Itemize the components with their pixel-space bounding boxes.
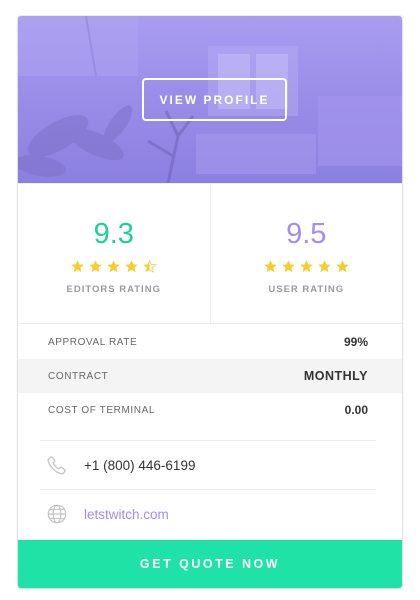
stat-label: COST OF TERMINAL: [48, 404, 156, 416]
star-icon: [89, 260, 102, 273]
offer-card: VIEW PROFILE 9.3 EDITORS RATING 9.5 USER…: [18, 16, 402, 588]
phone-number[interactable]: +1 (800) 446-6199: [84, 458, 195, 473]
get-quote-button[interactable]: GET QUOTE NOW: [18, 540, 402, 588]
hero-image: VIEW PROFILE: [18, 16, 402, 183]
stat-value: MONTHLY: [303, 369, 368, 383]
view-profile-button[interactable]: VIEW PROFILE: [142, 78, 287, 121]
stat-label: APPROVAL RATE: [48, 336, 138, 348]
editors-rating-score: 9.3: [93, 218, 134, 250]
star-icon: [336, 260, 349, 273]
star-icon: [71, 260, 84, 273]
ratings-panel: 9.3 EDITORS RATING 9.5 USER RATING: [18, 183, 402, 324]
star-icon: [125, 260, 138, 273]
user-rating-score: 9.5: [286, 218, 327, 250]
user-rating: 9.5 USER RATING: [209, 184, 403, 323]
website-link[interactable]: letstwitch.com: [84, 507, 169, 522]
user-rating-label: USER RATING: [268, 284, 345, 295]
stat-value: 99%: [343, 335, 368, 349]
star-icon: [300, 260, 313, 273]
stats-table: APPROVAL RATE 99% CONTRACT MONTHLY COST …: [18, 325, 402, 427]
star-icon: [282, 260, 295, 273]
contact-info: +1 (800) 446-6199 letstwitch.com: [40, 440, 376, 538]
user-rating-stars: [211, 259, 403, 274]
stat-row-contract: CONTRACT MONTHLY: [18, 359, 402, 393]
phone-icon: [47, 456, 66, 475]
stat-row-approval-rate: APPROVAL RATE 99%: [18, 325, 402, 359]
website-row[interactable]: letstwitch.com: [40, 489, 376, 538]
editors-rating-stars: [18, 259, 210, 274]
stat-value: 0.00: [344, 403, 368, 417]
stat-row-cost-of-terminal: COST OF TERMINAL 0.00: [18, 393, 402, 427]
star-icon: [318, 260, 331, 273]
half-star-icon: [143, 260, 157, 273]
editors-rating: 9.3 EDITORS RATING: [18, 184, 210, 323]
globe-icon: [47, 504, 67, 524]
phone-row[interactable]: +1 (800) 446-6199: [40, 440, 376, 489]
stat-label: CONTRACT: [48, 370, 109, 382]
star-icon: [107, 260, 120, 273]
editors-rating-label: EDITORS RATING: [66, 284, 161, 295]
star-icon: [264, 260, 277, 273]
